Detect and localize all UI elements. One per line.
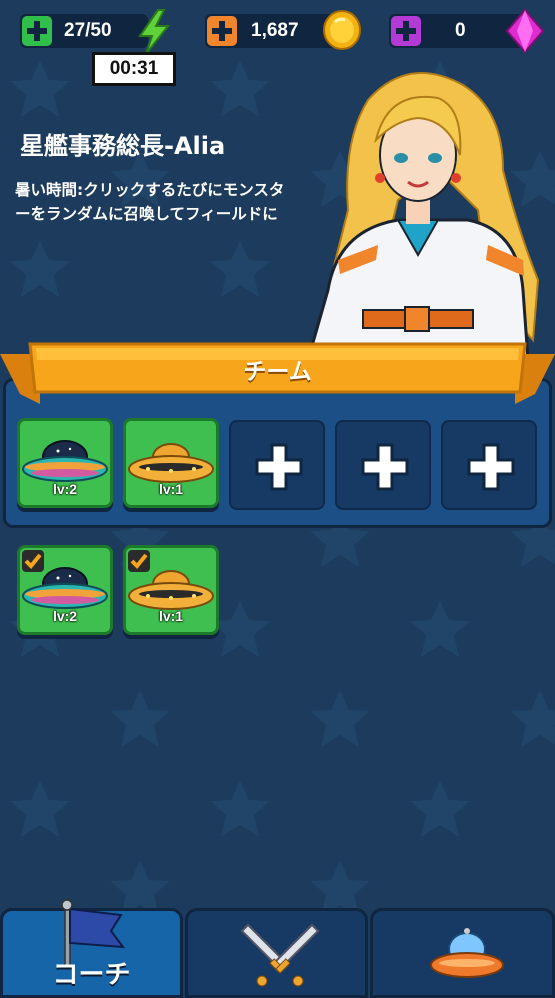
add-unit-icon bbox=[361, 443, 409, 491]
unit-level: lv:1 bbox=[158, 608, 184, 624]
team-slot-4[interactable] bbox=[335, 420, 431, 510]
unit-level: lv:1 bbox=[158, 481, 184, 497]
energy-timer: 00:31 bbox=[92, 52, 176, 86]
team-slot-5[interactable] bbox=[441, 420, 537, 510]
coins-counter: 1,687 bbox=[205, 10, 361, 50]
team-label: チーム bbox=[243, 359, 312, 385]
crossed-swords-icon bbox=[240, 923, 320, 987]
character-name: 星艦事務総長-Alia bbox=[20, 132, 226, 160]
tab-coach-label: コーチ bbox=[52, 960, 131, 990]
add-unit-icon bbox=[467, 443, 515, 491]
team-slot-3[interactable] bbox=[229, 420, 325, 510]
energy-value: 27/50 bbox=[64, 20, 112, 41]
plus-icon bbox=[389, 14, 423, 48]
add-coins-button[interactable] bbox=[205, 14, 239, 48]
add-unit-icon bbox=[255, 443, 303, 491]
bottom-nav: コーチ bbox=[0, 899, 555, 998]
gems-counter: 0 bbox=[389, 8, 545, 54]
character-portrait bbox=[306, 72, 540, 360]
add-energy-button[interactable] bbox=[20, 14, 54, 48]
energy-counter: 27/50 bbox=[20, 9, 171, 55]
character-description: 暑い時間:クリックするたびにモンスターをランダムに召喚してフィールドに bbox=[15, 181, 285, 223]
team-slot-1[interactable]: lv:2 bbox=[17, 418, 113, 508]
gem-icon bbox=[505, 8, 545, 54]
gems-value: 0 bbox=[455, 20, 466, 41]
plus-icon bbox=[20, 14, 54, 48]
unit-level: lv:2 bbox=[52, 608, 78, 624]
lightning-icon bbox=[138, 9, 171, 55]
tab-ufo[interactable] bbox=[370, 908, 555, 998]
collection-unit-1[interactable]: lv:2 bbox=[17, 545, 113, 635]
tab-coach[interactable]: コーチ bbox=[0, 899, 183, 998]
plus-icon bbox=[205, 14, 239, 48]
checkmark-icon bbox=[22, 550, 44, 572]
tab-battle[interactable] bbox=[185, 908, 368, 998]
unit-level: lv:2 bbox=[52, 481, 78, 497]
add-gems-button[interactable] bbox=[389, 14, 423, 48]
coins-value: 1,687 bbox=[251, 20, 299, 41]
coin-icon bbox=[323, 10, 361, 50]
checkmark-icon bbox=[128, 550, 150, 572]
team-slot-2[interactable]: lv:1 bbox=[123, 418, 219, 508]
collection-unit-2[interactable]: lv:1 bbox=[123, 545, 219, 635]
ufo-icon bbox=[430, 928, 504, 978]
